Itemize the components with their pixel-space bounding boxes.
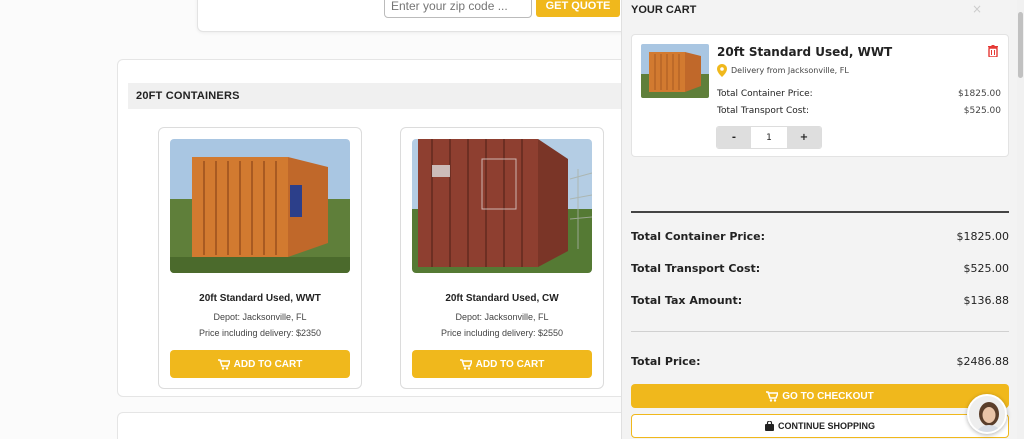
shopping-bag-icon: [764, 421, 774, 431]
cart-icon: [217, 358, 230, 370]
summary-transport-cost-label: Total Transport Cost:: [631, 262, 761, 275]
summary-container-price-row: Total Container Price: $1825.00: [631, 230, 1009, 243]
decrement-button[interactable]: -: [717, 127, 751, 148]
summary-transport-cost-value: $525.00: [963, 262, 1010, 275]
summary-total-value: $2486.88: [956, 355, 1010, 368]
item-transport-cost-label: Total Transport Cost:: [717, 106, 810, 116]
product-card: 20ft Standard Used, WWT Depot: Jacksonvi…: [158, 127, 362, 389]
trash-icon[interactable]: [988, 44, 998, 62]
summary-tax-label: Total Tax Amount:: [631, 294, 743, 307]
product-photo: [170, 139, 350, 273]
get-quote-button[interactable]: GET QUOTE: [536, 0, 620, 17]
summary-container-price-value: $1825.00: [956, 230, 1010, 243]
add-to-cart-button[interactable]: ADD TO CART: [412, 350, 592, 378]
support-chat-avatar[interactable]: [967, 394, 1007, 434]
item-container-price-row: Total Container Price: $1825.00: [717, 89, 1001, 99]
item-transport-cost-value: $525.00: [963, 106, 1001, 116]
item-transport-cost-row: Total Transport Cost: $525.00: [717, 106, 1001, 116]
go-to-checkout-button[interactable]: GO TO CHECKOUT: [631, 384, 1009, 408]
product-price: Price including delivery: $2350: [198, 328, 322, 338]
total-divider: [631, 331, 1009, 332]
summary-tax-value: $136.88: [963, 294, 1010, 307]
summary-divider: [631, 211, 1009, 213]
zip-code-input[interactable]: [384, 0, 532, 18]
delivery-location-text: Delivery from Jacksonville, FL: [731, 66, 849, 75]
cart-icon: [459, 358, 472, 370]
add-to-cart-label: ADD TO CART: [475, 358, 545, 370]
go-to-checkout-label: GO TO CHECKOUT: [782, 390, 874, 402]
cart-item: 20ft Standard Used, WWT Delivery from Ja…: [631, 34, 1009, 157]
section-title: 20FT CONTAINERS: [128, 83, 638, 109]
quantity-stepper: - 1 +: [716, 126, 822, 149]
product-photo: [412, 139, 592, 273]
containers-section: 20FT CONTAINERS 20ft Standard Used, WWT …: [117, 59, 638, 397]
cart-icon: [766, 390, 779, 402]
summary-total-row: Total Price: $2486.88: [631, 355, 1009, 368]
continue-shopping-button[interactable]: CONTINUE SHOPPING: [631, 414, 1009, 438]
cart-item-thumbnail: [641, 44, 709, 98]
cart-title: YOUR CART: [631, 4, 697, 16]
cart-item-name: 20ft Standard Used, WWT: [717, 45, 893, 59]
summary-total-label: Total Price:: [631, 355, 701, 368]
next-section: [117, 412, 637, 439]
product-name: 20ft Standard Used, WWT: [199, 293, 321, 304]
product-name: 20ft Standard Used, CW: [445, 293, 559, 304]
add-to-cart-label: ADD TO CART: [233, 358, 303, 370]
product-depot: Depot: Jacksonville, FL: [455, 312, 549, 322]
scrollbar-thumb[interactable]: [1018, 12, 1023, 78]
summary-container-price-label: Total Container Price:: [631, 230, 765, 243]
product-card: 20ft Standard Used, CW Depot: Jacksonvil…: [400, 127, 604, 389]
delivery-location: Delivery from Jacksonville, FL: [717, 64, 849, 77]
quantity-value[interactable]: 1: [751, 127, 787, 148]
product-price: Price including delivery: $2550: [440, 328, 564, 338]
item-container-price-label: Total Container Price:: [717, 89, 813, 99]
increment-button[interactable]: +: [787, 127, 821, 148]
add-to-cart-button[interactable]: ADD TO CART: [170, 350, 350, 378]
summary-transport-cost-row: Total Transport Cost: $525.00: [631, 262, 1009, 275]
scrollbar[interactable]: [1017, 0, 1024, 439]
summary-tax-row: Total Tax Amount: $136.88: [631, 294, 1009, 307]
page: GET QUOTE 20FT CONTAINERS: [0, 0, 1024, 439]
cart-panel: YOUR CART × 20ft Standard Used, WWT Deli…: [621, 0, 1017, 439]
close-icon[interactable]: ×: [972, 2, 982, 16]
product-depot: Depot: Jacksonville, FL: [213, 312, 307, 322]
map-pin-icon: [717, 64, 727, 77]
item-container-price-value: $1825.00: [958, 89, 1001, 99]
continue-shopping-label: CONTINUE SHOPPING: [777, 421, 875, 431]
